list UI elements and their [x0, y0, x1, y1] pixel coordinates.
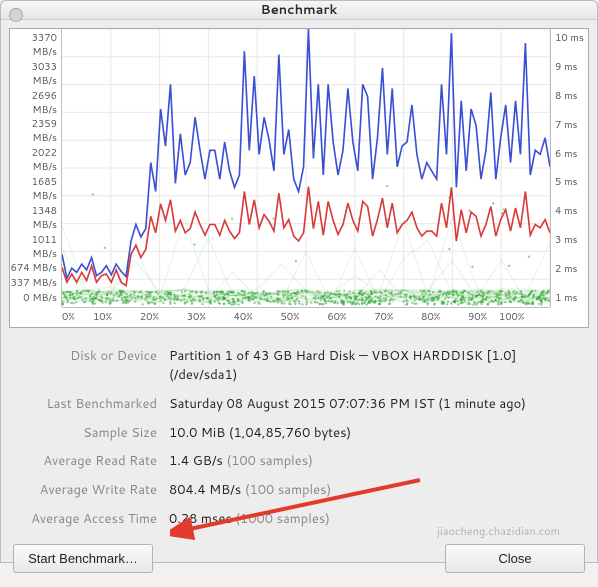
- y-axis-left: 3370 MB/s3033 MB/s2696 MB/s2359 MB/s2022…: [10, 29, 62, 307]
- details-grid: Disk or Device Partition 1 of 43 GB Hard…: [11, 342, 587, 534]
- disk-value: Partition 1 of 43 GB Hard Disk — VBOX HA…: [169, 347, 587, 385]
- start-benchmark-button[interactable]: Start Benchmark…: [13, 544, 153, 573]
- benchmark-dialog: Benchmark 3370 MB/s3033 MB/s2696 MB/s235…: [0, 0, 598, 563]
- plot-area: [62, 29, 550, 307]
- read-rate-value: 1.4 GB/s (100 samples): [169, 452, 587, 471]
- close-button[interactable]: Close: [445, 544, 585, 573]
- access-time-value: 0.28 msec (1000 samples): [169, 510, 587, 529]
- button-bar: Start Benchmark… Close: [9, 538, 589, 583]
- y-axis-right: 10 ms9 ms8 ms7 ms6 ms5 ms4 ms3 ms2 ms1 m…: [550, 29, 588, 307]
- titlebar: Benchmark: [1, 1, 597, 20]
- write-rate-label: Average Write Rate: [11, 481, 169, 500]
- disk-label: Disk or Device: [11, 347, 169, 385]
- last-benchmarked-label: Last Benchmarked: [11, 395, 169, 414]
- close-window-icon[interactable]: [9, 8, 23, 22]
- x-axis: 0%10%20%30%40%50%60%70%80%90%100%: [62, 307, 550, 327]
- window-title: Benchmark: [261, 1, 338, 19]
- sample-size-value: 10.0 MiB (1,04,85,760 bytes): [169, 424, 587, 443]
- access-time-label: Average Access Time: [11, 510, 169, 529]
- last-benchmarked-value: Saturday 08 August 2015 07:07:36 PM IST …: [169, 395, 587, 414]
- read-rate-label: Average Read Rate: [11, 452, 169, 471]
- sample-size-label: Sample Size: [11, 424, 169, 443]
- write-rate-value: 804.4 MB/s (100 samples): [169, 481, 587, 500]
- benchmark-chart: 3370 MB/s3033 MB/s2696 MB/s2359 MB/s2022…: [9, 28, 589, 328]
